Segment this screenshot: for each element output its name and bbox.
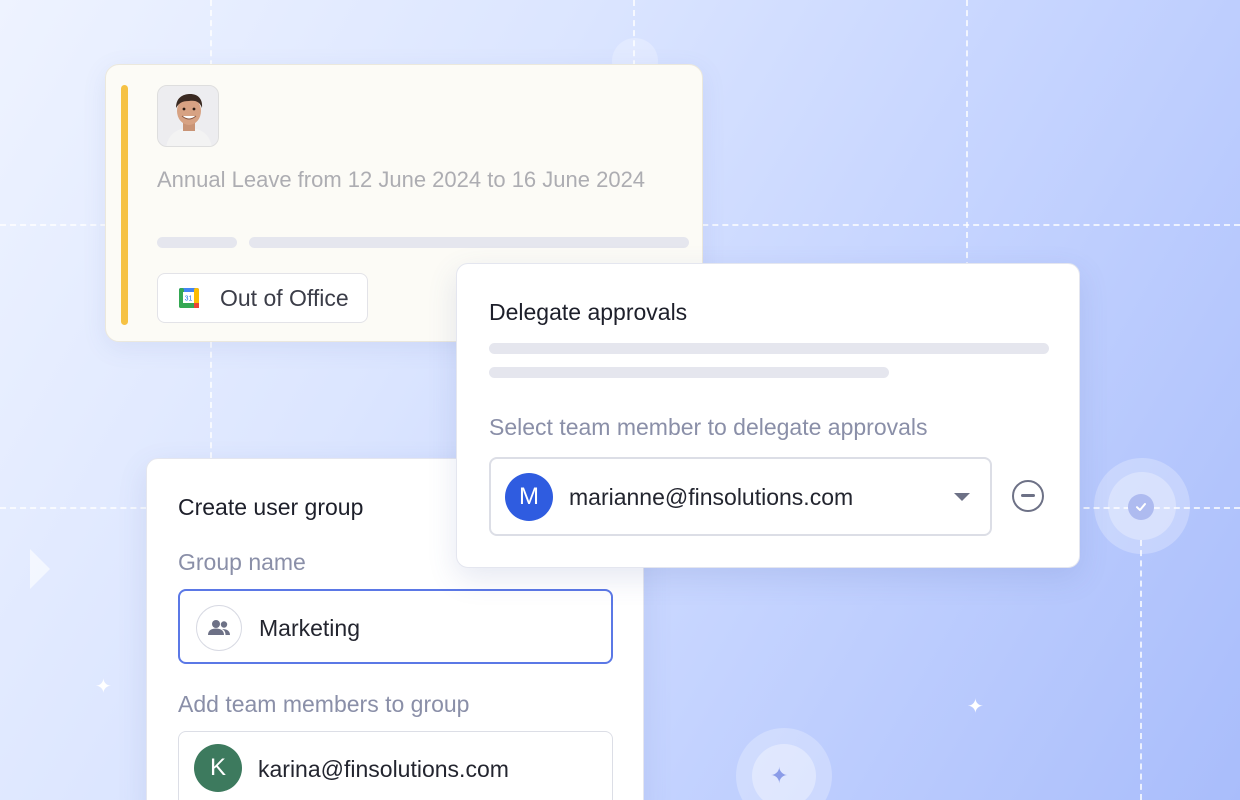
status-chip-label: Out of Office	[220, 284, 349, 311]
remove-circle-icon[interactable]	[1012, 480, 1044, 512]
members-label: Add team members to group	[178, 691, 470, 717]
team-member-select[interactable]: M marianne@finsolutions.com	[489, 457, 992, 536]
team-member-input[interactable]: K karina@finsolutions.com	[178, 731, 613, 800]
svg-text:31: 31	[185, 296, 193, 303]
sparkle-icon: ✦	[967, 696, 984, 718]
group-name-value: Marketing	[259, 615, 360, 641]
card-title: Create user group	[178, 494, 364, 520]
bg-dashed-line	[1140, 540, 1142, 800]
play-triangle	[30, 549, 50, 589]
google-calendar-icon: 31	[178, 287, 200, 309]
sparkle-icon: ✦	[95, 676, 112, 698]
skeleton-line	[489, 367, 889, 378]
leave-description: Annual Leave from 12 June 2024 to 16 Jun…	[157, 167, 646, 192]
skeleton-line	[249, 237, 689, 248]
skeleton-line	[157, 237, 237, 248]
group-name-input[interactable]: Marketing	[178, 589, 613, 664]
people-icon	[196, 605, 242, 651]
sparkle-icon: ✦	[770, 763, 789, 788]
chevron-down-icon[interactable]	[954, 493, 970, 501]
card-title: Delegate approvals	[489, 299, 688, 325]
leave-accent-bar	[121, 85, 128, 325]
user-photo	[157, 85, 219, 147]
skeleton-line	[489, 343, 1049, 354]
member-avatar: M	[505, 473, 553, 521]
out-of-office-chip[interactable]: 31 Out of Office	[157, 273, 368, 323]
check-circle-icon	[1128, 494, 1154, 520]
selected-member-email: marianne@finsolutions.com	[569, 484, 854, 510]
delegate-field-label: Select team member to delegate approvals	[489, 414, 928, 440]
delegate-approvals-card: Delegate approvals Select team member to…	[456, 263, 1080, 568]
member-avatar: K	[194, 744, 242, 792]
group-name-label: Group name	[178, 549, 306, 575]
member-email: karina@finsolutions.com	[258, 756, 509, 782]
